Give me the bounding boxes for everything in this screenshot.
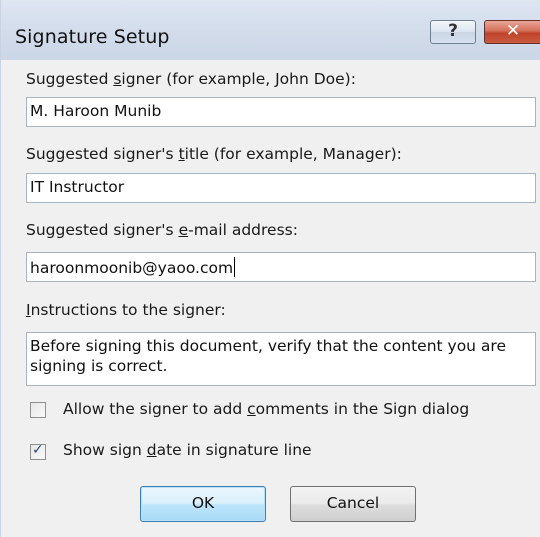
title-bar: Signature Setup ? ✕	[1, 0, 540, 60]
instructions-field[interactable]: Before signing this document, verify tha…	[26, 332, 536, 386]
allow-comments-checkbox[interactable]	[30, 402, 46, 418]
signature-setup-dialog: Signature Setup ? ✕ Suggested signer (fo…	[0, 0, 540, 537]
signer-title-field[interactable]: IT Instructor	[26, 173, 536, 203]
signer-email-field[interactable]: haroonmoonib@yaoo.com	[26, 252, 536, 282]
text-caret	[234, 257, 236, 277]
dialog-body: Suggested signer (for example, John Doe)…	[1, 60, 540, 537]
ok-button[interactable]: OK	[140, 486, 266, 522]
signer-name-field[interactable]: M. Haroon Munib	[26, 97, 536, 127]
checkmark-icon: ✓	[32, 442, 44, 458]
show-sign-date-checkbox[interactable]: ✓	[30, 442, 46, 460]
close-icon: ✕	[505, 21, 521, 41]
allow-comments-label[interactable]: Allow the signer to add comments in the …	[63, 400, 469, 418]
instructions-label: Instructions to the signer:	[26, 301, 226, 319]
signer-label: Suggested signer (for example, John Doe)…	[26, 70, 356, 88]
signer-title-label: Suggested signer's title (for example, M…	[26, 145, 402, 163]
show-sign-date-label[interactable]: Show sign date in signature line	[63, 441, 312, 459]
cancel-button[interactable]: Cancel	[290, 486, 416, 522]
signer-email-label: Suggested signer's e-mail address:	[26, 221, 298, 239]
help-button[interactable]: ?	[430, 20, 476, 44]
dialog-title: Signature Setup	[15, 26, 170, 48]
close-button[interactable]: ✕	[484, 20, 540, 44]
help-icon: ?	[448, 21, 458, 41]
